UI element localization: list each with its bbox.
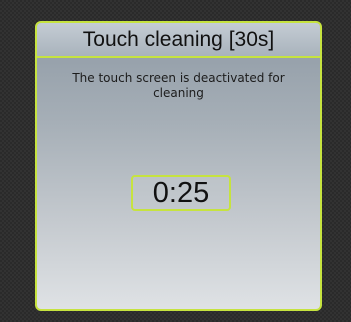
- dialog-title-bar: Touch cleaning [30s]: [37, 23, 320, 58]
- dialog-title: Touch cleaning [30s]: [82, 27, 275, 51]
- countdown-timer: 0:25: [131, 175, 231, 211]
- dialog-message: The touch screen is deactivated for clea…: [72, 71, 285, 100]
- countdown-value: 0:25: [152, 176, 210, 209]
- touch-cleaning-dialog: Touch cleaning [30s] The touch screen is…: [35, 21, 322, 311]
